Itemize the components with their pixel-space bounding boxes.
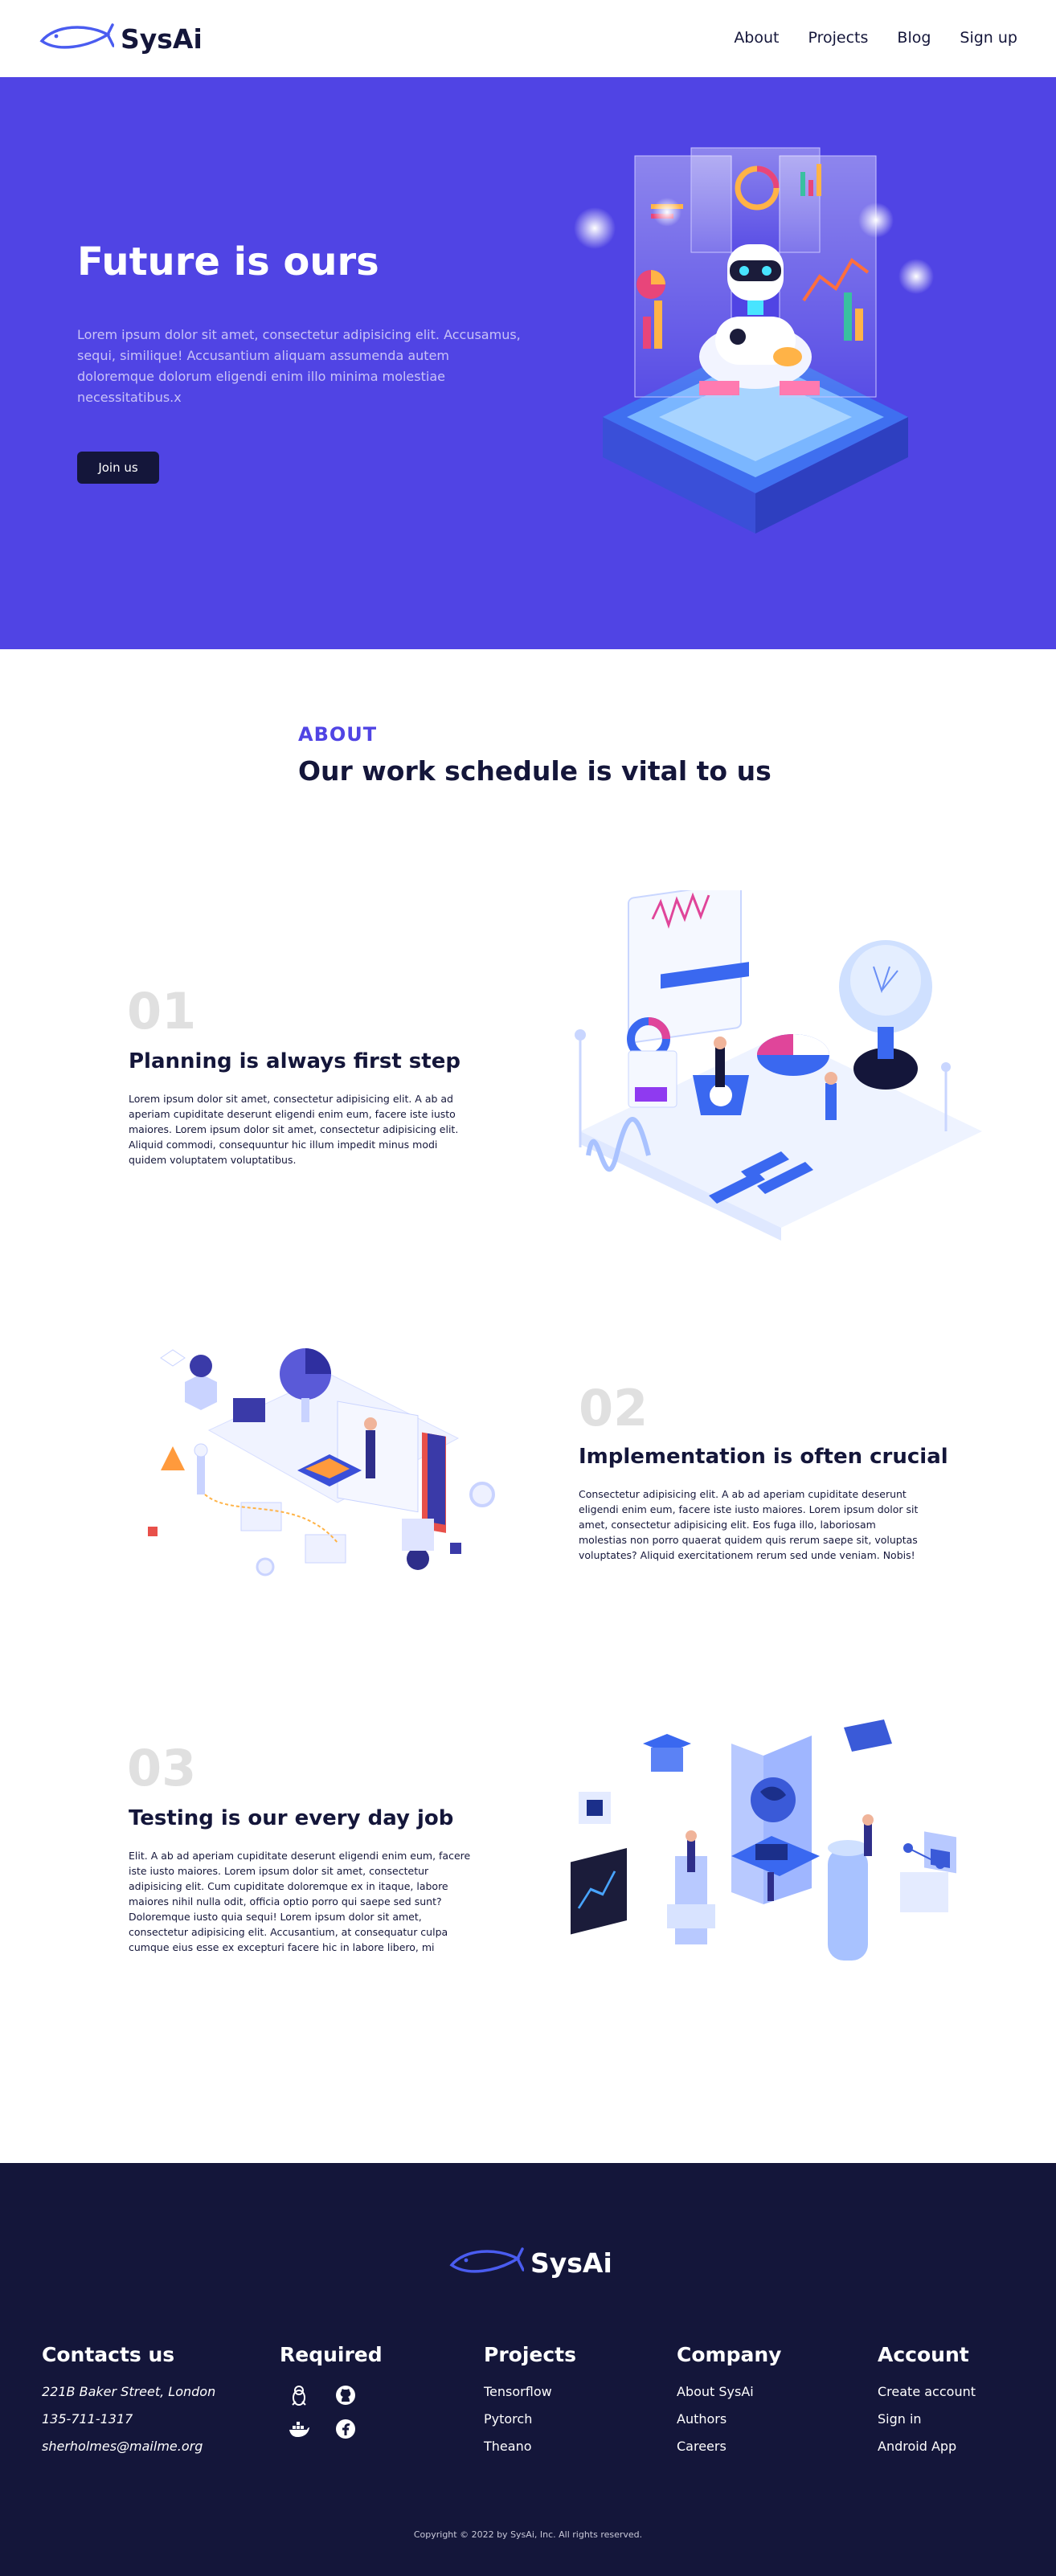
fedora-icon[interactable]: [334, 2418, 357, 2440]
footer-link-android-app[interactable]: Android App: [878, 2439, 976, 2455]
step-description: Lorem ipsum dolor sit amet, consectetur …: [129, 1093, 459, 1166]
brand-logo[interactable]: SysAi: [39, 19, 203, 58]
footer-company-title: Company: [677, 2343, 782, 2366]
linux-icon[interactable]: [288, 2384, 310, 2406]
testing-illustration: [571, 1719, 956, 1961]
footer-link-tensorflow[interactable]: Tensorflow: [484, 2384, 576, 2400]
copyright-text: Copyright © 2022 by SysAi, Inc. All righ…: [413, 2529, 643, 2540]
hero-section: Future is ours Lorem ipsum dolor sit ame…: [0, 77, 1056, 649]
footer-account: Account Create account Sign in Android A…: [878, 2343, 976, 2466]
step-description: Elit. A ab ad aperiam cupiditate deserun…: [129, 1850, 471, 1953]
footer-projects-title: Projects: [484, 2343, 577, 2366]
join-us-button[interactable]: Join us: [77, 452, 159, 484]
docker-icon[interactable]: [288, 2418, 310, 2440]
footer-brand-name: SysAi: [530, 2247, 612, 2279]
github-icon[interactable]: [334, 2384, 357, 2406]
step-title: Planning is always first step: [129, 1049, 460, 1073]
nav-links: About Projects Blog Sign up: [705, 29, 1017, 47]
footer-link-theano[interactable]: Theano: [484, 2439, 576, 2455]
footer-logo[interactable]: SysAi: [448, 2243, 612, 2282]
footer: SysAi Contacts us 221B Baker Street, Lon…: [0, 2163, 1056, 2576]
nav-link-about[interactable]: About: [734, 29, 779, 47]
required-icons: [288, 2384, 383, 2440]
footer-contacts: Contacts us 221B Baker Street, London 13…: [42, 2343, 215, 2466]
hero-title: Future is ours: [77, 239, 379, 284]
contact-phone[interactable]: 135-711-1317: [42, 2411, 215, 2427]
footer-link-pytorch[interactable]: Pytorch: [484, 2411, 576, 2427]
nav-link-signup[interactable]: Sign up: [960, 29, 1017, 47]
step-number: 01: [127, 982, 197, 1041]
footer-link-about[interactable]: About SysAi: [677, 2384, 781, 2400]
footer-link-create-account[interactable]: Create account: [878, 2384, 976, 2400]
step-description: Consectetur adipisicing elit. A ab ad ap…: [579, 1488, 919, 1561]
about-tag: ABOUT: [298, 723, 378, 746]
brand-name: SysAi: [121, 22, 203, 55]
footer-contacts-title: Contacts us: [42, 2343, 175, 2366]
contact-email[interactable]: sherholmes@mailme.org: [42, 2439, 215, 2455]
contact-address: 221B Baker Street, London: [42, 2384, 216, 2399]
footer-projects: Projects Tensorflow Pytorch Theano: [484, 2343, 576, 2466]
footer-company: Company About SysAi Authors Careers: [677, 2343, 781, 2466]
footer-link-careers[interactable]: Careers: [677, 2439, 781, 2455]
footer-account-title: Account: [878, 2343, 969, 2366]
step-title: Testing is our every day job: [129, 1806, 454, 1830]
nav-link-blog[interactable]: Blog: [897, 29, 931, 47]
step-number: 02: [579, 1379, 649, 1437]
footer-required-title: Required: [280, 2343, 383, 2366]
about-title: Our work schedule is vital to us: [298, 755, 772, 787]
planning-illustration: [575, 890, 982, 1241]
hero-description: Lorem ipsum dolor sit amet, consectetur …: [77, 327, 521, 405]
top-navbar: SysAi About Projects Blog Sign up: [0, 0, 1056, 77]
fish-logo-icon: [39, 23, 114, 49]
footer-link-authors[interactable]: Authors: [677, 2411, 781, 2427]
footer-required: Required: [280, 2343, 383, 2440]
implementation-illustration: [148, 1348, 495, 1576]
step-title: Implementation is often crucial: [579, 1445, 948, 1469]
footer-link-sign-in[interactable]: Sign in: [878, 2411, 976, 2427]
nav-link-projects[interactable]: Projects: [808, 29, 869, 47]
step-number: 03: [127, 1739, 197, 1797]
fish-logo-icon: [449, 2247, 524, 2273]
hero-robot-illustration: [574, 147, 934, 534]
